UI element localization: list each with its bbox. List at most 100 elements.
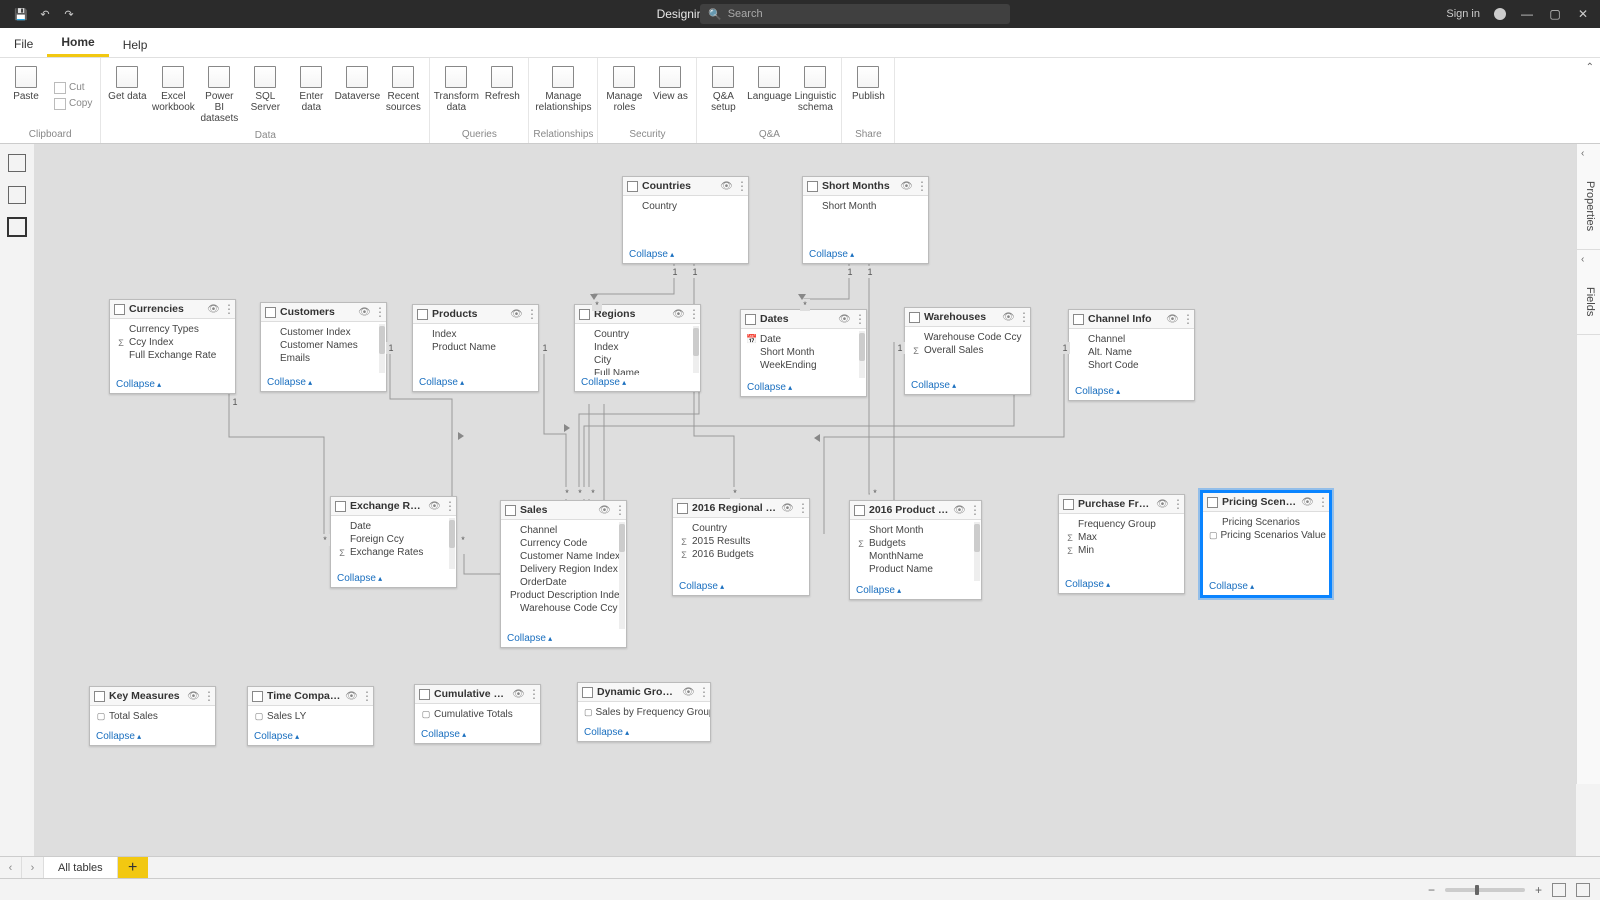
- collapse-link[interactable]: Collapse: [629, 249, 674, 260]
- qa-setup-button[interactable]: Q&A setup: [701, 62, 745, 127]
- sign-in-link[interactable]: Sign in: [1446, 8, 1480, 20]
- visibility-icon[interactable]: 👁: [954, 505, 965, 516]
- report-view-icon[interactable]: [8, 154, 26, 172]
- table-2016-regional-budget[interactable]: 2016 Regional Budget👁⋮ CountryΣ2015 Resu…: [672, 498, 810, 596]
- fields-expand-icon[interactable]: ‹: [1577, 250, 1600, 269]
- more-icon[interactable]: ⋮: [1018, 313, 1026, 321]
- scrollbar[interactable]: [619, 522, 625, 629]
- table-channel-info[interactable]: Channel Info👁⋮ ChannelAlt. NameShort Cod…: [1068, 309, 1195, 401]
- table-key-measures[interactable]: Key Measures👁⋮ ▢Total Sales Collapse: [89, 686, 216, 746]
- pbi-datasets-button[interactable]: Power BI datasets: [197, 62, 241, 128]
- fields-pane-tab[interactable]: Fields: [1577, 269, 1600, 335]
- collapse-link[interactable]: Collapse: [267, 377, 312, 388]
- visibility-icon[interactable]: 👁: [673, 309, 684, 320]
- more-icon[interactable]: ⋮: [688, 310, 696, 318]
- more-icon[interactable]: ⋮: [526, 310, 534, 318]
- zoom-in-button[interactable]: +: [1535, 883, 1542, 897]
- table-countries[interactable]: Countries👁⋮ Country Collapse: [622, 176, 749, 264]
- manage-roles-button[interactable]: Manage roles: [602, 62, 646, 127]
- visibility-icon[interactable]: 👁: [188, 691, 199, 702]
- tab-home[interactable]: Home: [47, 29, 108, 57]
- table-cumulative-totals[interactable]: Cumulative Totals👁⋮ ▢Cumulative Totals C…: [414, 684, 541, 744]
- tab-file[interactable]: File: [0, 31, 47, 57]
- more-icon[interactable]: ⋮: [223, 305, 231, 313]
- collapse-link[interactable]: Collapse: [337, 573, 382, 584]
- scrollbar[interactable]: [859, 331, 865, 378]
- restore-button[interactable]: ▢: [1548, 7, 1562, 21]
- scrollbar[interactable]: [379, 324, 385, 373]
- search-box[interactable]: 🔍 Search: [700, 4, 1010, 24]
- table-short-months[interactable]: Short Months👁⋮ Short Month Collapse: [802, 176, 929, 264]
- paste-button[interactable]: Paste: [4, 62, 48, 127]
- visibility-icon[interactable]: 👁: [721, 181, 732, 192]
- zoom-out-button[interactable]: −: [1428, 883, 1435, 897]
- visibility-icon[interactable]: 👁: [429, 501, 440, 512]
- table-exchange-rates[interactable]: Exchange Rates👁⋮ DateForeign CcyΣExchang…: [330, 496, 457, 588]
- enter-data-button[interactable]: Enter data: [289, 62, 333, 128]
- page-tab-all-tables[interactable]: All tables: [44, 857, 118, 878]
- more-icon[interactable]: ⋮: [374, 308, 382, 316]
- properties-expand-icon[interactable]: ‹: [1577, 144, 1600, 163]
- collapse-link[interactable]: Collapse: [581, 377, 626, 388]
- visibility-icon[interactable]: 👁: [599, 505, 610, 516]
- visibility-icon[interactable]: 👁: [346, 691, 357, 702]
- excel-workbook-button[interactable]: Excel workbook: [151, 62, 195, 128]
- view-as-button[interactable]: View as: [648, 62, 692, 127]
- model-canvas[interactable]: Countries👁⋮ Country Collapse Short Month…: [34, 144, 1576, 856]
- visibility-icon[interactable]: 👁: [1167, 314, 1178, 325]
- zoom-slider[interactable]: [1445, 888, 1525, 892]
- table-2016-product-budgets[interactable]: 2016 Product Budgets👁⋮ Short MonthΣBudge…: [849, 500, 982, 600]
- table-pricing-scenarios[interactable]: Pricing Scenarios👁⋮ Pricing Scenarios▢Pr…: [1200, 490, 1332, 598]
- data-view-icon[interactable]: [8, 186, 26, 204]
- fullscreen-icon[interactable]: [1576, 883, 1590, 897]
- close-button[interactable]: ✕: [1576, 7, 1590, 21]
- table-sales[interactable]: Sales👁⋮ ChannelCurrency CodeCustomer Nam…: [500, 500, 627, 648]
- visibility-icon[interactable]: 👁: [1003, 312, 1014, 323]
- table-purchase-frequency[interactable]: Purchase Frequency👁⋮ Frequency GroupΣMax…: [1058, 494, 1185, 594]
- user-avatar-icon[interactable]: [1494, 8, 1506, 20]
- add-page-button[interactable]: +: [118, 857, 148, 878]
- save-icon[interactable]: 💾: [14, 7, 28, 21]
- scrollbar[interactable]: [974, 522, 980, 581]
- more-icon[interactable]: ⋮: [736, 182, 744, 190]
- more-icon[interactable]: ⋮: [203, 692, 211, 700]
- collapse-link[interactable]: Collapse: [116, 379, 161, 390]
- collapse-link[interactable]: Collapse: [419, 377, 464, 388]
- collapse-link[interactable]: Collapse: [507, 633, 552, 644]
- table-customers[interactable]: Customers👁⋮ Customer IndexCustomer Names…: [260, 302, 387, 392]
- more-icon[interactable]: ⋮: [528, 690, 536, 698]
- table-warehouses[interactable]: Warehouses👁⋮ Warehouse Code CcyΣOverall …: [904, 307, 1031, 395]
- ribbon-collapse-icon[interactable]: ⌃: [1586, 62, 1594, 73]
- visibility-icon[interactable]: 👁: [513, 689, 524, 700]
- more-icon[interactable]: ⋮: [1182, 315, 1190, 323]
- copy-button[interactable]: Copy: [50, 97, 96, 111]
- undo-icon[interactable]: ↶: [38, 7, 52, 21]
- visibility-icon[interactable]: 👁: [1302, 497, 1313, 508]
- cut-button[interactable]: Cut: [50, 81, 96, 95]
- manage-relationships-button[interactable]: Manage relationships: [534, 62, 592, 127]
- collapse-link[interactable]: Collapse: [911, 380, 956, 391]
- collapse-link[interactable]: Collapse: [1065, 579, 1110, 590]
- transform-data-button[interactable]: Transform data: [434, 62, 478, 127]
- properties-pane-tab[interactable]: Properties: [1577, 163, 1600, 250]
- linguistic-schema-button[interactable]: Linguistic schema: [793, 62, 837, 127]
- redo-icon[interactable]: ↷: [62, 7, 76, 21]
- visibility-icon[interactable]: 👁: [359, 307, 370, 318]
- more-icon[interactable]: ⋮: [854, 315, 862, 323]
- visibility-icon[interactable]: 👁: [511, 309, 522, 320]
- visibility-icon[interactable]: 👁: [1157, 499, 1168, 510]
- visibility-icon[interactable]: 👁: [208, 304, 219, 315]
- more-icon[interactable]: ⋮: [916, 182, 924, 190]
- more-icon[interactable]: ⋮: [797, 504, 805, 512]
- collapse-link[interactable]: Collapse: [679, 581, 724, 592]
- table-dynamic-grouping[interactable]: Dynamic Grouping👁⋮ ▢Sales by Frequency G…: [577, 682, 711, 742]
- collapse-link[interactable]: Collapse: [254, 731, 299, 742]
- fit-to-page-icon[interactable]: [1552, 883, 1566, 897]
- recent-sources-button[interactable]: Recent sources: [381, 62, 425, 128]
- get-data-button[interactable]: Get data: [105, 62, 149, 128]
- scrollbar[interactable]: [693, 326, 699, 373]
- visibility-icon[interactable]: 👁: [901, 181, 912, 192]
- tab-nav-next[interactable]: ›: [22, 857, 44, 878]
- table-dates[interactable]: Dates👁⋮ 📅DateShort MonthWeekEnding Colla…: [740, 309, 867, 397]
- collapse-link[interactable]: Collapse: [809, 249, 854, 260]
